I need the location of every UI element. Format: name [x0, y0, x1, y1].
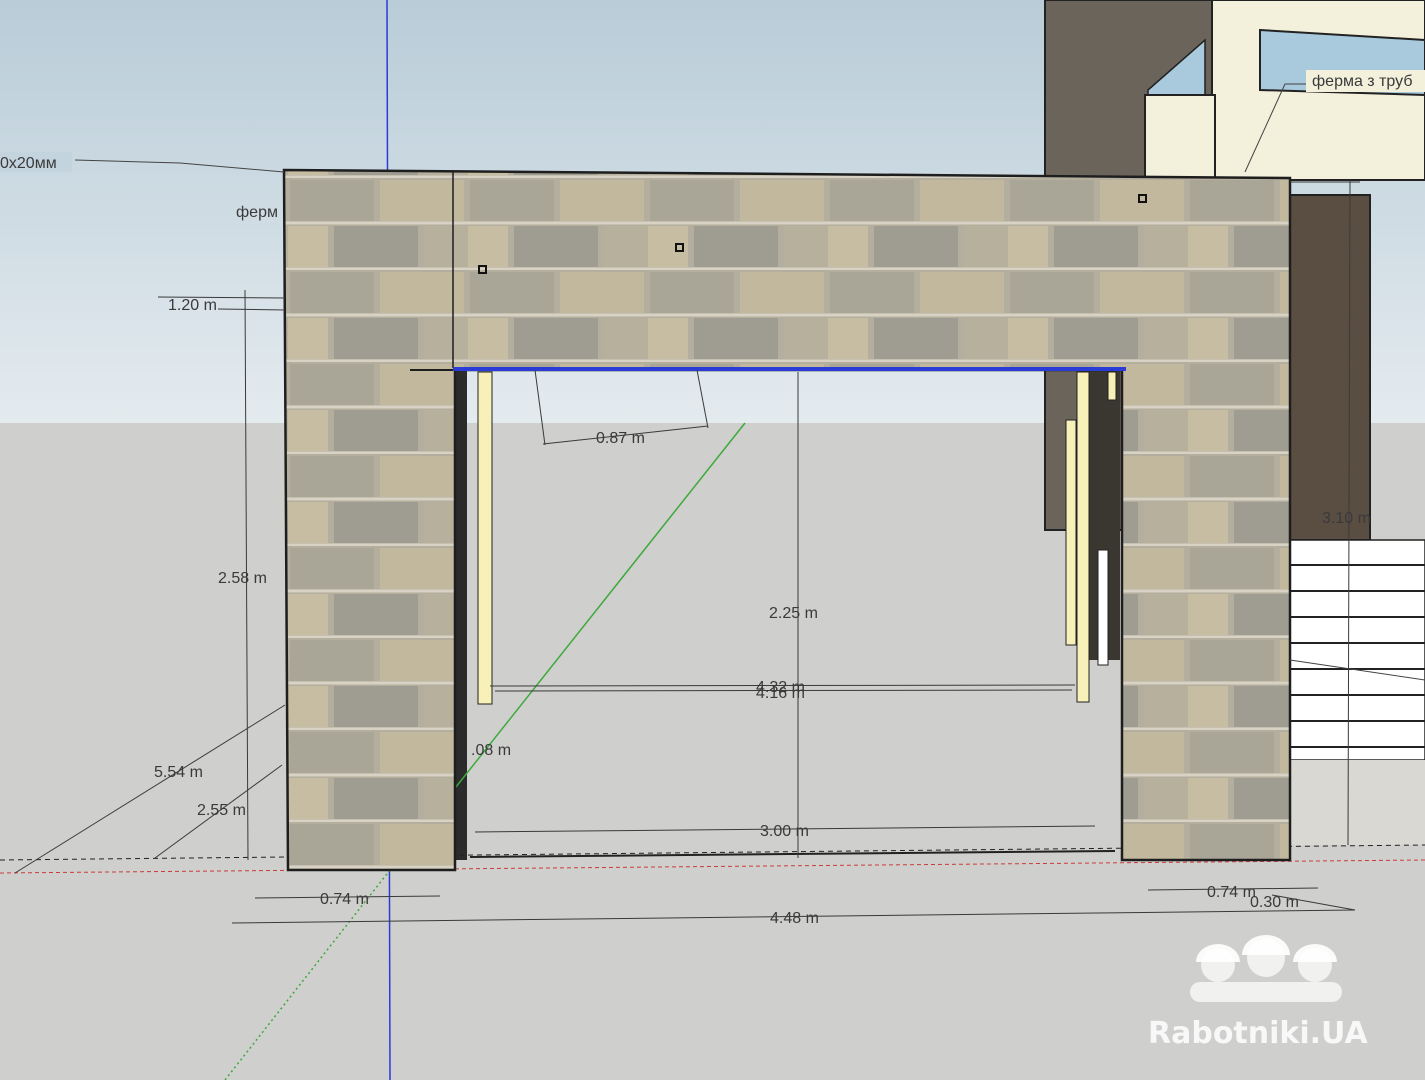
inner-post-yellow-left — [477, 371, 493, 705]
model-viewport[interactable]: 0x20мм ферм ферма з труб 1.20 m 2.58 m 5… — [0, 0, 1425, 1080]
dim-030: 0.30 m — [1250, 894, 1299, 911]
house-door — [1289, 194, 1371, 541]
dim-074-left: 0.74 m — [320, 891, 369, 908]
inner-post-yellow-3 — [1107, 371, 1117, 401]
watermark-text: Rabotniki.UA — [1148, 1016, 1368, 1051]
label-left-top: 0x20мм — [0, 155, 57, 172]
workers-helmet-icon — [1190, 935, 1342, 1002]
inner-post-yellow-2 — [1076, 371, 1090, 703]
house-cream-pillar — [1144, 94, 1216, 181]
dim-small: .08 m — [471, 742, 511, 759]
dim-255: 2.55 m — [197, 802, 246, 819]
dim-300: 3.00 m — [760, 823, 809, 840]
dim-416: 4.16 m — [756, 685, 805, 702]
dim-120: 1.20 m — [168, 297, 217, 314]
dim-087: 0.87 m — [596, 430, 645, 447]
dim-258: 2.58 m — [218, 570, 267, 587]
inner-post-yellow-1 — [1065, 419, 1077, 646]
dim-310: 3.10 m — [1322, 510, 1371, 527]
dim-448: 4.48 m — [770, 910, 819, 927]
dim-225: 2.25 m — [769, 605, 818, 622]
label-right-top: ферма з труб — [1312, 73, 1412, 90]
inner-post-white-1 — [1097, 549, 1109, 666]
dim-554: 5.54 m — [154, 764, 203, 781]
dim-074-right: 0.74 m — [1207, 884, 1256, 901]
house-stairs — [1287, 539, 1425, 761]
house-lower-wall — [1290, 760, 1425, 845]
label-left-mid: ферм — [236, 204, 278, 221]
